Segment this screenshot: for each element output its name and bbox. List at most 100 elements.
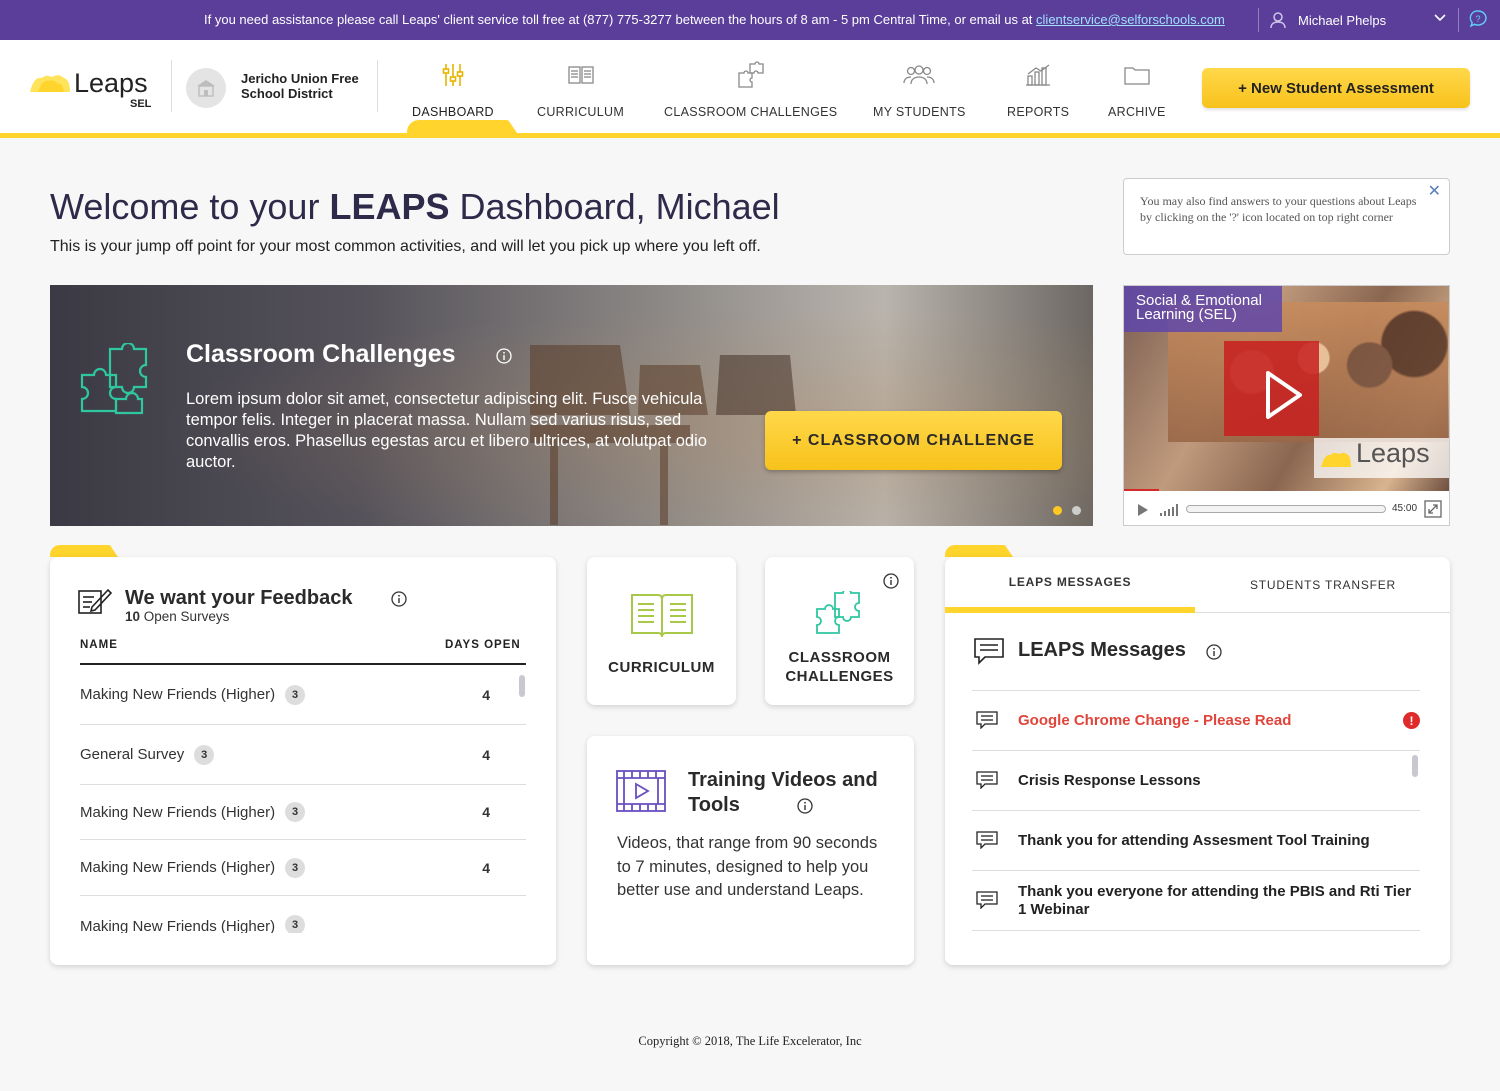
svg-text:?: ? xyxy=(1475,14,1480,24)
nav-archive[interactable]: ARCHIVE xyxy=(1108,60,1166,138)
add-classroom-challenge-button[interactable]: + CLASSROOM CHALLENGE xyxy=(765,411,1062,470)
chat-bubble-icon xyxy=(976,831,998,849)
chevron-down-icon[interactable] xyxy=(1434,11,1446,25)
message-item[interactable]: Thank you everyone for attending the PBI… xyxy=(972,871,1420,931)
info-icon[interactable] xyxy=(1206,644,1222,660)
close-icon[interactable]: ✕ xyxy=(1428,184,1441,200)
nav-my-students[interactable]: MY STUDENTS xyxy=(873,60,966,138)
copyright: Copyright © 2018, The Life Excelerator, … xyxy=(638,1034,862,1048)
assistance-text: If you need assistance please call Leaps… xyxy=(204,12,1225,27)
info-icon[interactable] xyxy=(496,348,512,364)
survey-edit-icon xyxy=(78,588,112,614)
info-icon[interactable] xyxy=(391,591,407,607)
count-badge: 3 xyxy=(285,915,306,933)
carousel-dot[interactable] xyxy=(1053,506,1062,515)
survey-row[interactable]: Making New Friends (Higher) 3 4 xyxy=(80,665,526,725)
nav-classroom-challenges[interactable]: CLASSROOM CHALLENGES xyxy=(664,60,837,138)
chat-bubble-icon xyxy=(976,771,998,789)
count-badge: 3 xyxy=(285,802,306,822)
card-flag xyxy=(945,545,1013,557)
puzzle-icon xyxy=(80,343,148,415)
video-player[interactable]: Social & Emotional Learning (SEL) Leaps … xyxy=(1123,285,1450,526)
feedback-title: We want your Feedback xyxy=(125,587,353,609)
chat-bubble-icon xyxy=(976,891,998,909)
tile-label: CURRICULUM xyxy=(608,659,715,676)
folder-icon xyxy=(1124,60,1150,90)
survey-row[interactable]: Making New Friends (Higher) 3 4 xyxy=(80,840,526,896)
seek-bar[interactable] xyxy=(1186,505,1386,513)
tab-leaps-messages[interactable]: LEAPS MESSAGES xyxy=(945,557,1195,613)
message-item[interactable]: Thank you for attending Assesment Tool T… xyxy=(972,811,1420,871)
scrollbar[interactable] xyxy=(519,675,525,697)
tile-label: CLASSROOM CHALLENGES xyxy=(785,649,894,685)
messages-title: LEAPS Messages xyxy=(1018,639,1186,661)
volume-icon[interactable] xyxy=(1160,504,1180,516)
play-icon[interactable] xyxy=(1264,370,1304,420)
days-open: 4 xyxy=(482,686,490,703)
video-duration: 45:00 xyxy=(1392,503,1418,514)
divider xyxy=(377,60,378,112)
page-subtitle: This is your jump off point for your mos… xyxy=(50,238,761,255)
count-badge: 3 xyxy=(194,744,215,765)
book-icon xyxy=(567,60,594,90)
classroom-challenges-tile[interactable]: CLASSROOM CHALLENGES xyxy=(765,557,914,705)
card-flag xyxy=(50,545,118,557)
divider xyxy=(1258,8,1259,32)
training-videos-card[interactable]: Training Videos and Tools Videos, that r… xyxy=(587,736,914,965)
user-menu[interactable]: Michael Phelps xyxy=(1270,11,1386,29)
nav-curriculum[interactable]: CURRICULUM xyxy=(537,60,624,138)
messages-card: LEAPS MESSAGES STUDENTS TRANSFER LEAPS M… xyxy=(945,557,1450,965)
book-icon xyxy=(587,591,736,639)
chat-bubble-icon xyxy=(976,711,998,729)
tab-students-transfer[interactable]: STUDENTS TRANSFER xyxy=(1198,557,1448,613)
open-surveys-count: 10 Open Surveys xyxy=(125,609,230,624)
play-icon[interactable] xyxy=(1137,503,1149,517)
video-title: Social & Emotional Learning (SEL) xyxy=(1124,286,1282,332)
days-open: 4 xyxy=(482,859,490,876)
tip-text: You may also find answers to your questi… xyxy=(1140,194,1417,224)
feedback-card: We want your Feedback 10 Open Surveys NA… xyxy=(50,557,556,965)
days-open: 4 xyxy=(482,804,490,820)
scrollbar[interactable] xyxy=(1412,755,1418,777)
page-title: Welcome to your LEAPS Dashboard, Michael xyxy=(50,186,780,227)
help-icon[interactable]: ? xyxy=(1468,9,1488,29)
survey-row[interactable]: Making New Friends (Higher) 3 4 xyxy=(80,785,526,840)
survey-row[interactable]: General Survey 3 4 xyxy=(80,725,526,785)
info-icon[interactable] xyxy=(883,573,899,589)
survey-row[interactable]: Making New Friends (Higher) 3 xyxy=(80,896,526,933)
active-nav-indicator xyxy=(407,120,517,133)
column-header-days-open[interactable]: DAYS OPEN xyxy=(445,639,521,651)
new-student-assessment-button[interactable]: + New Student Assessment xyxy=(1202,68,1470,108)
curriculum-tile[interactable]: CURRICULUM xyxy=(587,557,736,705)
leaps-logo[interactable]: Leaps SEL xyxy=(28,66,158,114)
divider xyxy=(171,60,172,112)
messages-list: Google Chrome Change - Please Read ! Cri… xyxy=(972,690,1420,932)
message-item[interactable]: Crisis Response Lessons xyxy=(972,751,1420,811)
alert-icon: ! xyxy=(1403,712,1420,729)
count-badge: 3 xyxy=(285,857,306,878)
school-building-icon xyxy=(186,68,226,108)
training-title: Training Videos and Tools xyxy=(688,769,878,816)
logo-mark-icon xyxy=(1321,452,1351,467)
chat-bubble-icon xyxy=(974,638,1004,665)
column-header-name[interactable]: NAME xyxy=(80,639,118,651)
district-name: Jericho Union Free School District xyxy=(241,71,359,101)
carousel-dots xyxy=(1053,506,1081,515)
logo-wordmark: Leaps xyxy=(74,68,148,98)
message-item[interactable]: Google Chrome Change - Please Read ! xyxy=(972,691,1420,751)
survey-list: Making New Friends (Higher) 3 4 General Su… xyxy=(80,665,526,933)
count-badge: 3 xyxy=(285,684,306,705)
puzzle-icon xyxy=(736,60,766,90)
support-email-link[interactable]: clientservice@selforschools.com xyxy=(1036,12,1225,27)
video-thumbnail[interactable]: Social & Emotional Learning (SEL) Leaps xyxy=(1124,286,1449,491)
fullscreen-icon[interactable] xyxy=(1424,500,1442,518)
logo-sel: SEL xyxy=(130,98,152,110)
video-controls: 45:00 xyxy=(1124,493,1449,525)
people-icon xyxy=(903,60,935,90)
classroom-challenges-banner: Classroom Challenges Lorem ipsum dolor s… xyxy=(50,285,1093,526)
user-icon xyxy=(1270,12,1286,29)
carousel-dot[interactable] xyxy=(1072,506,1081,515)
info-icon[interactable] xyxy=(797,798,813,814)
bar-chart-icon xyxy=(1025,60,1051,90)
nav-reports[interactable]: REPORTS xyxy=(1007,60,1069,138)
